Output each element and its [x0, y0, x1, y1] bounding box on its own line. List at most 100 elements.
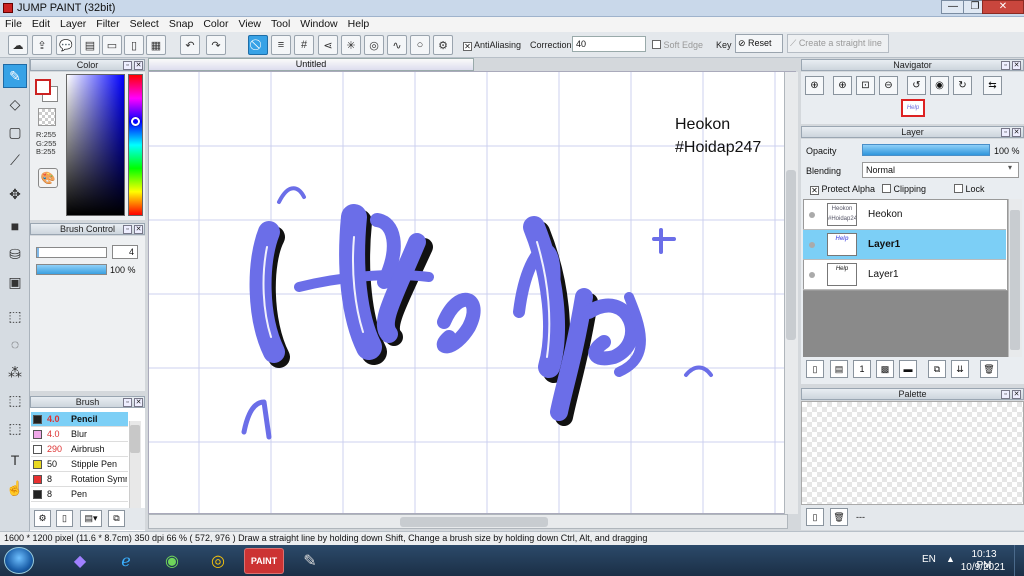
merge-layer-icon[interactable]: ⇊ — [951, 360, 969, 378]
brush-menu-icon[interactable]: ▤▾ — [80, 510, 102, 527]
layer-list-scroll-thumb[interactable] — [1010, 210, 1020, 350]
navigator-thumbnail[interactable]: Help — [901, 99, 925, 117]
brush-opacity-slider[interactable] — [36, 264, 107, 275]
line-tool-icon[interactable]: ⟋ — [3, 148, 27, 172]
new-palette-icon[interactable]: ▯ — [806, 508, 824, 526]
grid-layout-icon[interactable]: ▦ — [146, 35, 166, 55]
move-tool-icon[interactable]: ✥ — [3, 182, 27, 206]
color-palette-icon[interactable]: 🎨 — [38, 168, 58, 188]
duplicate-layer-icon[interactable]: ⧉ — [928, 360, 946, 378]
language-indicator[interactable]: EN — [922, 554, 936, 565]
hue-slider-knob[interactable] — [131, 117, 140, 126]
flip-icon[interactable]: ⇆ — [983, 76, 1002, 95]
rect-select-icon[interactable]: ⬚ — [3, 304, 27, 328]
delete-layer-icon[interactable]: 🗑 — [980, 360, 998, 378]
correction-select[interactable]: 40 — [572, 36, 646, 52]
select-pen-icon[interactable]: ⬚ — [3, 388, 27, 412]
start-button[interactable] — [4, 547, 34, 574]
new-layer-1bit-icon[interactable]: 1 — [853, 360, 871, 378]
menu-window[interactable]: Window — [295, 17, 342, 30]
zoom-in-icon[interactable]: ⊕ — [805, 76, 824, 95]
rotate-reset-icon[interactable]: ◉ — [930, 76, 949, 95]
paint-tool-icon[interactable]: ✎ — [290, 548, 330, 574]
layer-row-heokon[interactable]: Heokon #Hoidap247Heokon — [803, 200, 1006, 230]
cloud-icon[interactable]: ☁ — [8, 35, 28, 55]
page-icon[interactable]: ▯ — [124, 35, 144, 55]
new-halftone-layer-icon[interactable]: ▩ — [876, 360, 894, 378]
layer-row-layer1-selected[interactable]: Help Layer1 — [803, 230, 1006, 260]
lasso-select-icon[interactable]: ◌ — [3, 332, 27, 356]
saturation-value-picker[interactable] — [66, 74, 125, 216]
bucket-tool-icon[interactable]: ⛁ — [3, 242, 27, 266]
blending-select[interactable]: Normal — [862, 162, 1019, 178]
undo-icon[interactable]: ↶ — [180, 35, 200, 55]
palette-panel[interactable] — [801, 401, 1024, 505]
new-layer-8bit-icon[interactable]: ▤ — [830, 360, 848, 378]
comment-icon[interactable]: 💬 — [56, 35, 76, 55]
text-tool-icon[interactable]: T — [3, 448, 27, 472]
menu-layer[interactable]: Layer — [55, 17, 91, 30]
radial-icon[interactable]: ✳ — [341, 35, 361, 55]
brush-tool-icon[interactable]: ✎ — [3, 64, 27, 88]
hand-tool-icon[interactable]: ☝ — [3, 476, 27, 500]
visibility-icon[interactable] — [809, 212, 815, 218]
menu-color[interactable]: Color — [198, 17, 233, 30]
brush-item-airbrush[interactable]: 290 Airbrush — [31, 442, 128, 457]
settings-icon[interactable]: ⚙ — [433, 35, 453, 55]
snap-off-icon[interactable]: ⃠ — [248, 35, 268, 55]
brush-item-stipple-pen[interactable]: 50 Stipple Pen — [31, 457, 128, 472]
brush-item-pencil[interactable]: 4.0 Pencil — [31, 412, 128, 427]
select-eraser-icon[interactable]: ⬚ — [3, 416, 27, 440]
drawing-canvas[interactable]: Heokon #Hoidap247 — [149, 72, 784, 513]
menu-tool[interactable]: Tool — [266, 17, 295, 30]
rotate-right-icon[interactable]: ↻ — [953, 76, 972, 95]
brush-item-rotation-symmetry[interactable]: 8Rotation Symmetry — [31, 472, 128, 487]
layer-opacity-slider[interactable] — [862, 144, 990, 156]
soft-edge-checkbox[interactable]: Soft Edge — [652, 40, 703, 50]
new-brush-icon[interactable]: ▯ — [56, 510, 73, 527]
tray-expand-icon[interactable]: ▲ — [946, 554, 955, 564]
visibility-icon[interactable] — [809, 272, 815, 278]
canvas-horizontal-scroll-thumb[interactable] — [400, 517, 548, 527]
fit-icon[interactable]: ⊡ — [856, 76, 875, 95]
internet-explorer-icon[interactable]: ℯ — [106, 548, 146, 574]
gradient-tool-icon[interactable]: ▣ — [3, 270, 27, 294]
visibility-icon[interactable] — [809, 242, 815, 248]
vanish-point-icon[interactable]: ⋖ — [318, 35, 338, 55]
circle-snap-icon[interactable]: ○ — [410, 35, 430, 55]
show-desktop-button[interactable] — [1014, 545, 1024, 576]
redo-icon[interactable]: ↷ — [206, 35, 226, 55]
parallel-lines-icon[interactable]: ≡ — [271, 35, 291, 55]
layer-row-layer1[interactable]: Help Layer1 — [803, 260, 1006, 290]
fill-rect-tool-icon[interactable]: ■ — [3, 214, 27, 238]
new-folder-icon[interactable]: ▬ — [899, 360, 917, 378]
delete-palette-icon[interactable]: 🗑 — [830, 508, 848, 526]
lock-checkbox[interactable]: Lock — [954, 184, 985, 194]
brush-item-pen[interactable]: 8 Pen — [31, 487, 128, 502]
reset-button[interactable]: ⊘ Reset — [735, 34, 783, 53]
menu-edit[interactable]: Edit — [27, 17, 55, 30]
clipping-checkbox[interactable]: Clipping — [882, 184, 926, 194]
chevron-down-icon[interactable]: ▾ — [1008, 163, 1012, 172]
grid-snap-icon[interactable]: # — [294, 35, 314, 55]
canvas-vertical-scroll-thumb[interactable] — [786, 170, 796, 340]
message-icon[interactable]: ▤ — [80, 35, 100, 55]
magic-wand-icon[interactable]: ⁂ — [3, 360, 27, 384]
document-icon[interactable]: ▭ — [102, 35, 122, 55]
coccoc-browser-icon[interactable]: ◉ — [152, 548, 192, 574]
new-layer-icon[interactable]: ▯ — [806, 360, 824, 378]
eraser-tool-icon[interactable]: ◇ — [3, 92, 27, 116]
zoom-out-icon[interactable]: ⊖ — [879, 76, 898, 95]
brush-size-slider[interactable] — [36, 247, 107, 258]
brush-settings-icon[interactable]: ⚙ — [34, 510, 51, 527]
foreground-color-swatch[interactable] — [35, 79, 51, 95]
menu-file[interactable]: File — [0, 17, 27, 30]
menu-snap[interactable]: Snap — [164, 17, 199, 30]
hue-slider[interactable] — [128, 74, 143, 216]
brush-list-scroll-thumb[interactable] — [130, 425, 140, 453]
brush-size-input[interactable]: 4 — [112, 245, 138, 259]
zoom-in-alt-icon[interactable]: ⊕ — [833, 76, 852, 95]
concentric-icon[interactable]: ◎ — [364, 35, 384, 55]
clock-date[interactable]: 10/9/2021 — [958, 562, 1008, 573]
share-icon[interactable]: ⇪ — [32, 35, 52, 55]
